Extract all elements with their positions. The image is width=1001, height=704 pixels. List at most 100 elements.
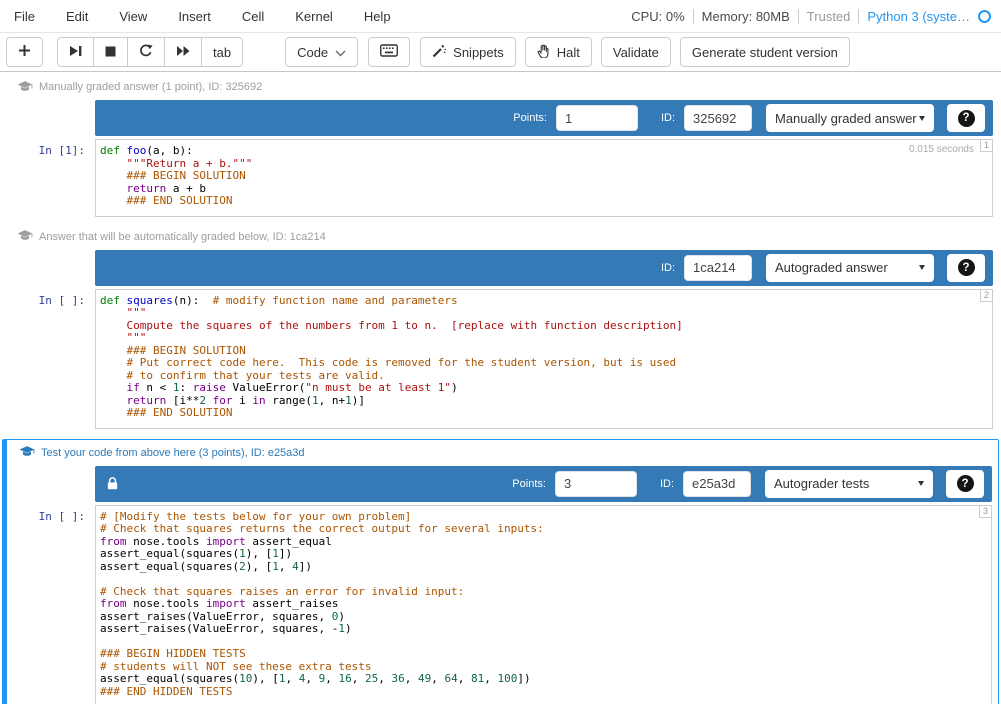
chevron-down-icon [335, 45, 346, 60]
code-cell-2: In [ ]: 2 def squares(n): # modify funct… [0, 289, 993, 429]
generate-student-version-button[interactable]: Generate student version [680, 37, 850, 67]
menu-cell[interactable]: Cell [242, 9, 264, 24]
code-editor[interactable]: 3 # [Modify the tests below for your own… [95, 505, 992, 704]
kernel-status-icon [978, 10, 991, 23]
menu-view[interactable]: View [119, 9, 147, 24]
divider [798, 9, 799, 24]
cell-number-badge: 1 [980, 139, 993, 152]
code-content: def squares(n): # modify function name a… [100, 295, 986, 420]
help-button[interactable]: ? [946, 470, 984, 498]
id-label: ID: [660, 478, 674, 490]
plus-icon [18, 44, 31, 60]
cell-id-input[interactable] [683, 471, 751, 497]
hand-icon [537, 44, 550, 61]
nbgrader-cell-header-2: Answer that will be automatically graded… [17, 230, 1001, 244]
code-content: def foo(a, b): """Return a + b.""" ### B… [100, 145, 986, 208]
validate-label: Validate [613, 45, 659, 60]
generate-label: Generate student version [692, 45, 838, 60]
stop-icon [105, 45, 116, 60]
nbgrader-toolbar-1: Points: ID: Manually graded answer ? [95, 100, 993, 136]
graduation-cap-icon [17, 229, 33, 244]
question-mark-icon: ? [957, 475, 974, 492]
cell-id-input[interactable] [684, 105, 752, 131]
halt-button[interactable]: Halt [525, 37, 592, 67]
keyboard-shortcuts-button[interactable] [368, 37, 410, 67]
cell-number-badge: 2 [980, 289, 993, 302]
graduation-cap-icon [19, 445, 35, 460]
menu-edit[interactable]: Edit [66, 9, 88, 24]
kernel-name-link[interactable]: Python 3 (syste… [867, 9, 970, 24]
help-button[interactable]: ? [947, 104, 985, 132]
cell-header-text: Manually graded answer (1 point), ID: 32… [39, 81, 262, 93]
points-label: Points: [512, 478, 546, 490]
nbgrader-toolbar-2: ID: Autograded answer ? [95, 250, 993, 286]
cell-group-2: Answer that will be automatically graded… [0, 230, 1001, 429]
input-prompt: In [ ]: [7, 505, 95, 704]
insert-cell-button[interactable] [6, 37, 43, 67]
cell-group-3-selected[interactable]: Test your code from above here (3 points… [2, 439, 999, 704]
points-input[interactable] [555, 471, 637, 497]
cell-grading-type-select[interactable]: Manually graded answer [766, 104, 934, 132]
cell-number-badge: 3 [979, 505, 992, 518]
cell-id-input[interactable] [684, 255, 752, 281]
code-cell-1: In [1]: 0.015 seconds 1 def foo(a, b): "… [0, 139, 993, 217]
restart-kernel-button[interactable] [127, 37, 165, 67]
halt-label: Halt [557, 45, 580, 60]
restart-icon [139, 44, 153, 60]
menu-insert[interactable]: Insert [178, 9, 211, 24]
trusted-badge: Trusted [807, 9, 851, 24]
memory-usage: Memory: 80MB [702, 9, 790, 24]
grading-type-value: Autograder tests [774, 476, 869, 491]
question-mark-icon: ? [958, 259, 975, 276]
code-editor[interactable]: 0.015 seconds 1 def foo(a, b): """Return… [95, 139, 993, 217]
snippets-button[interactable]: Snippets [420, 37, 516, 67]
caret-down-icon [918, 481, 924, 486]
snippets-label: Snippets [453, 45, 504, 60]
kernel-status-bar: CPU: 0% Memory: 80MB Trusted Python 3 (s… [631, 9, 991, 24]
menu-kernel[interactable]: Kernel [295, 9, 333, 24]
nbgrader-cell-header-3: Test your code from above here (3 points… [19, 446, 992, 460]
run-button-group: tab [57, 37, 243, 67]
code-editor[interactable]: 2 def squares(n): # modify function name… [95, 289, 993, 429]
run-cell-button[interactable] [57, 37, 94, 67]
id-label: ID: [661, 262, 675, 274]
nbgrader-toolbar-3: Points: ID: Autograder tests ? [95, 466, 992, 502]
menu-help[interactable]: Help [364, 9, 391, 24]
cell-header-text: Test your code from above here (3 points… [41, 447, 305, 459]
validate-button[interactable]: Validate [601, 37, 671, 67]
stop-button[interactable] [93, 37, 128, 67]
points-input[interactable] [556, 105, 638, 131]
tab-button-label: tab [213, 45, 231, 60]
keyboard-icon [380, 44, 398, 60]
fast-forward-icon [176, 45, 190, 60]
caret-down-icon [919, 265, 925, 270]
divider [693, 9, 694, 24]
cell-header-text: Answer that will be automatically graded… [39, 231, 326, 243]
menu-bar: File Edit View Insert Cell Kernel Help C… [0, 0, 1001, 33]
run-all-button[interactable] [164, 37, 202, 67]
input-prompt: In [1]: [0, 139, 95, 217]
help-button[interactable]: ? [947, 254, 985, 282]
nbgrader-cell-header-1: Manually graded answer (1 point), ID: 32… [17, 80, 1001, 94]
magic-wand-icon [432, 44, 446, 61]
divider [858, 9, 859, 24]
cell-group-1: Manually graded answer (1 point), ID: 32… [0, 80, 1001, 217]
question-mark-icon: ? [958, 110, 975, 127]
points-label: Points: [513, 112, 547, 124]
menu-file[interactable]: File [14, 9, 35, 24]
play-step-icon [69, 45, 82, 60]
tab-button[interactable]: tab [201, 37, 243, 67]
grading-type-value: Autograded answer [775, 260, 888, 275]
lock-icon [103, 477, 118, 490]
cell-type-select[interactable]: Code [285, 37, 358, 67]
grading-type-value: Manually graded answer [775, 111, 917, 126]
execution-time: 0.015 seconds [909, 144, 974, 155]
code-cell-3: In [ ]: 3 # [Modify the tests below for … [7, 505, 992, 704]
code-content: # [Modify the tests below for your own p… [100, 511, 985, 699]
cell-grading-type-select[interactable]: Autograded answer [766, 254, 934, 282]
cell-grading-type-select[interactable]: Autograder tests [765, 470, 933, 498]
id-label: ID: [661, 112, 675, 124]
notebook-area: Manually graded answer (1 point), ID: 32… [0, 72, 1001, 704]
caret-down-icon [919, 116, 925, 121]
toolbar: tab Code Snippets Halt Validate Generate… [0, 33, 1001, 72]
